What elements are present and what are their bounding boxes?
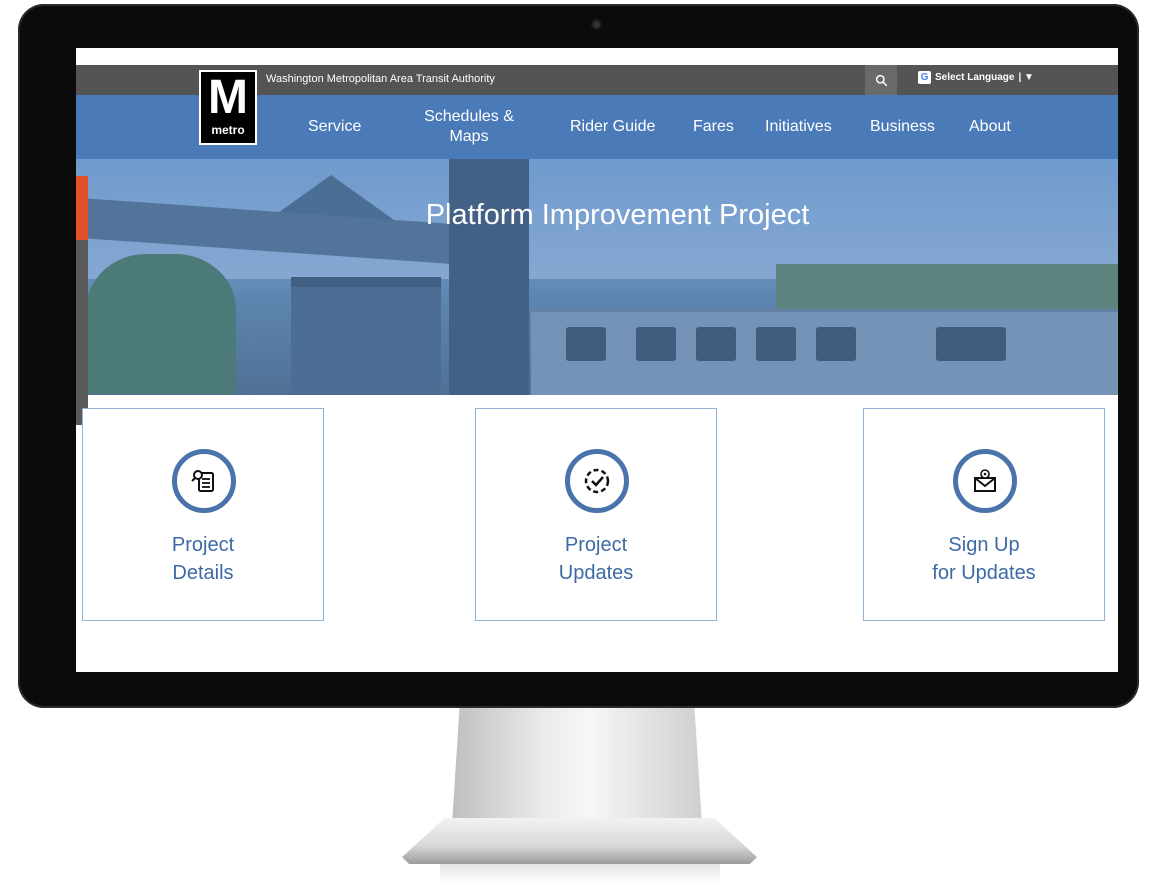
card-label-line1: Project	[171, 534, 235, 556]
nav-item-business[interactable]: Business	[870, 117, 935, 137]
card-sign-up-updates[interactable]: Sign Up for Updates	[863, 408, 1105, 621]
page-title: Platform Improvement Project	[425, 199, 810, 231]
monitor-stand-neck	[452, 708, 702, 824]
nav-item-rider-guide[interactable]: Rider Guide	[570, 117, 655, 137]
nav-item-about[interactable]: About	[969, 117, 1011, 137]
language-selector[interactable]: G Select Language | ▼	[918, 71, 1034, 84]
camera-dot	[593, 21, 600, 28]
card-label: Project Updates	[476, 531, 716, 587]
nav-item-service[interactable]: Service	[308, 117, 361, 137]
nav-label: About	[969, 118, 1011, 135]
search-icon	[875, 74, 887, 86]
nav-label: Business	[870, 118, 935, 135]
card-label-line2: for Updates	[932, 562, 1036, 584]
nav-label: Schedules &	[424, 108, 514, 125]
hero-banner: Platform Improvement Project	[76, 159, 1118, 395]
monitor-stand-base	[402, 818, 757, 864]
card-label-line2: Updates	[558, 562, 634, 584]
nav-label: Rider Guide	[570, 118, 656, 135]
google-translate-icon: G	[918, 71, 931, 84]
card-label-line1: Sign Up	[948, 534, 1020, 556]
monitor-bezel: Washington Metropolitan Area Transit Aut…	[18, 4, 1139, 708]
side-tab-grey[interactable]	[76, 240, 88, 425]
nav-item-initiatives[interactable]: Initiatives	[765, 117, 832, 137]
language-label: Select Language	[935, 72, 1015, 83]
card-label: Project Details	[83, 531, 323, 587]
monitor-base-reflection	[440, 864, 720, 884]
browser-screen: Washington Metropolitan Area Transit Aut…	[76, 48, 1118, 672]
hero-overlay	[76, 159, 1118, 395]
check-circle-icon	[565, 449, 629, 513]
card-label: Sign Up for Updates	[864, 531, 1104, 587]
card-label-line1: Project	[564, 534, 628, 556]
email-envelope-icon	[953, 449, 1017, 513]
nav-item-fares[interactable]: Fares	[693, 117, 734, 137]
card-project-updates[interactable]: Project Updates	[475, 408, 717, 621]
nav-label: Service	[308, 118, 362, 135]
card-label-line2: Details	[172, 562, 234, 584]
language-dropdown-arrow: | ▼	[1018, 72, 1034, 83]
logo-word: metro	[211, 123, 245, 137]
nav-label-line2: Maps	[449, 128, 489, 145]
metro-logo[interactable]: M metro	[199, 70, 257, 145]
document-search-icon	[172, 449, 236, 513]
nav-label: Fares	[693, 118, 734, 135]
nav-label: Initiatives	[765, 118, 832, 135]
card-project-details[interactable]: Project Details	[82, 408, 324, 621]
logo-letter: M	[208, 71, 248, 124]
nav-item-schedules-maps[interactable]: Schedules & Maps	[419, 107, 519, 147]
search-button[interactable]	[865, 65, 897, 95]
agency-name: Washington Metropolitan Area Transit Aut…	[266, 73, 495, 85]
